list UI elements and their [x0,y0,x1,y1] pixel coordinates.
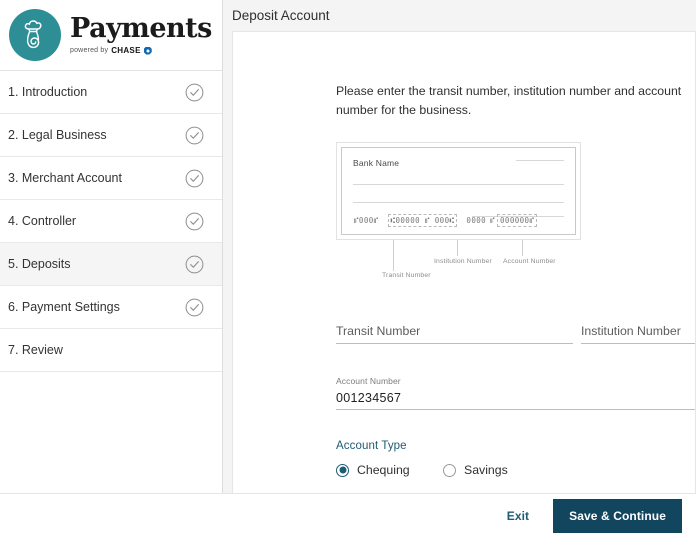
callout-label-account: Account Number [503,258,556,266]
radio-unselected-icon[interactable] [443,463,456,477]
cheque-rule-amount [353,202,564,204]
sidebar-item-legal-business[interactable]: 2. Legal Business [0,114,222,157]
powered-by-name: CHASE [111,46,141,55]
sidebar-item-controller[interactable]: 4. Controller [0,200,222,243]
card-inner: Please enter the transit number, institu… [233,32,695,477]
micr-institution-number: 0000 [466,216,487,226]
intro-text: Please enter the transit number, institu… [336,84,682,118]
page-title: Deposit Account [223,0,696,31]
sidebar-item-merchant-account[interactable]: 3. Merchant Account [0,157,222,200]
sidebar-item-deposits[interactable]: 5. Deposits [0,243,222,286]
chef-hat-spiral-icon [9,9,61,61]
callout-line-transit [393,240,394,272]
check-circle-placeholder [185,341,204,360]
check-circle-icon [185,169,204,188]
callout-line-account [522,240,523,257]
check-circle-icon [185,255,204,274]
micr-transit-number: ⑆00000 ⑈ 000⑆ [387,214,458,228]
check-circle-icon [185,298,204,317]
radio-option-savings[interactable]: Savings [443,463,508,477]
powered-by-prefix: powered by [70,47,109,54]
footer-bar: Exit Save & Continue [0,493,696,538]
brand-text: Payments powered by CHASE [70,15,212,55]
sidebar-filler [0,372,222,493]
body-row: Payments powered by CHASE 1. Introductio… [0,0,696,493]
sidebar-item-payment-settings[interactable]: 6. Payment Settings [0,286,222,329]
sidebar-item-review[interactable]: 7. Review [0,329,222,372]
institution-number-field[interactable]: Institution Number [581,314,695,345]
deposit-account-card: Please enter the transit number, institu… [232,31,696,493]
radio-option-chequing[interactable]: Chequing [336,463,443,477]
check-circle-icon [185,212,204,231]
cheque-rule-date [516,160,564,162]
wizard-nav: 1. Introduction 2. Legal Business 3. Mer… [0,71,222,372]
sidebar-item-label: 1. Introduction [8,85,88,99]
account-type-label: Account Type [336,440,407,453]
cheque-micr-line: ⑈000⑈ ⑆00000 ⑈ 000⑆ 0000 ⑈ 000000⑈ [352,214,567,228]
cheque-illustration: Bank Name ⑈000⑈ ⑆00000 ⑈ 000⑆ 0000 ⑈ 000… [336,142,581,284]
save-and-continue-button[interactable]: Save & Continue [553,499,682,533]
sidebar-item-label: 2. Legal Business [8,128,107,142]
brand-header: Payments powered by CHASE [0,0,222,71]
field-row-numbers: Transit Number Institution Number [336,314,695,345]
callout-label-transit: Transit Number [382,272,431,280]
sidebar-item-label: 6. Payment Settings [8,300,120,314]
app-window: Payments powered by CHASE 1. Introductio… [0,0,696,538]
micr-cheque-number: ⑈000⑈ [354,216,379,226]
deposit-form: Transit Number Institution Number Accoun… [336,314,695,477]
cheque-frame: Bank Name ⑈000⑈ ⑆00000 ⑈ 000⑆ 0000 ⑈ 000… [336,142,581,241]
micr-separator: ⑈ [490,216,495,226]
transit-number-placeholder: Transit Number [336,324,421,339]
institution-number-placeholder: Institution Number [581,324,681,339]
micr-account-number: 000000⑈ [496,214,538,228]
check-circle-icon [185,83,204,102]
cheque-rule-payee [353,184,564,186]
chase-octagon-icon [143,46,152,55]
account-type-group: Account Type Chequing Savings [336,440,695,477]
brand-title: Payments [70,13,212,44]
account-number-value: 001234567 [336,391,402,406]
radio-selected-icon[interactable] [336,463,349,477]
cheque-face: Bank Name ⑈000⑈ ⑆00000 ⑈ 000⑆ 0000 ⑈ 000… [341,147,576,236]
exit-button[interactable]: Exit [497,503,539,529]
sidebar-item-label: 7. Review [8,343,63,357]
sidebar-item-label: 4. Controller [8,214,77,228]
account-type-radios: Chequing Savings [336,463,695,477]
check-circle-icon [185,126,204,145]
radio-label-chequing: Chequing [357,463,410,478]
callout-label-institution: Institution Number [434,258,492,266]
sidebar: Payments powered by CHASE 1. Introductio… [0,0,223,493]
transit-number-field[interactable]: Transit Number [336,314,573,345]
account-number-label: Account Number [336,376,401,387]
sidebar-item-label: 5. Deposits [8,257,71,271]
brand-powered-by: powered by CHASE [70,46,212,55]
main-content: Deposit Account Please enter the transit… [223,0,696,493]
radio-label-savings: Savings [464,463,508,478]
account-number-field[interactable]: Account Number 001234567 [336,376,695,411]
cheque-callouts: Transit Number Institution Number Accoun… [336,240,581,284]
sidebar-item-introduction[interactable]: 1. Introduction [0,71,222,114]
sidebar-item-label: 3. Merchant Account [8,171,122,185]
callout-line-institution [457,240,458,257]
